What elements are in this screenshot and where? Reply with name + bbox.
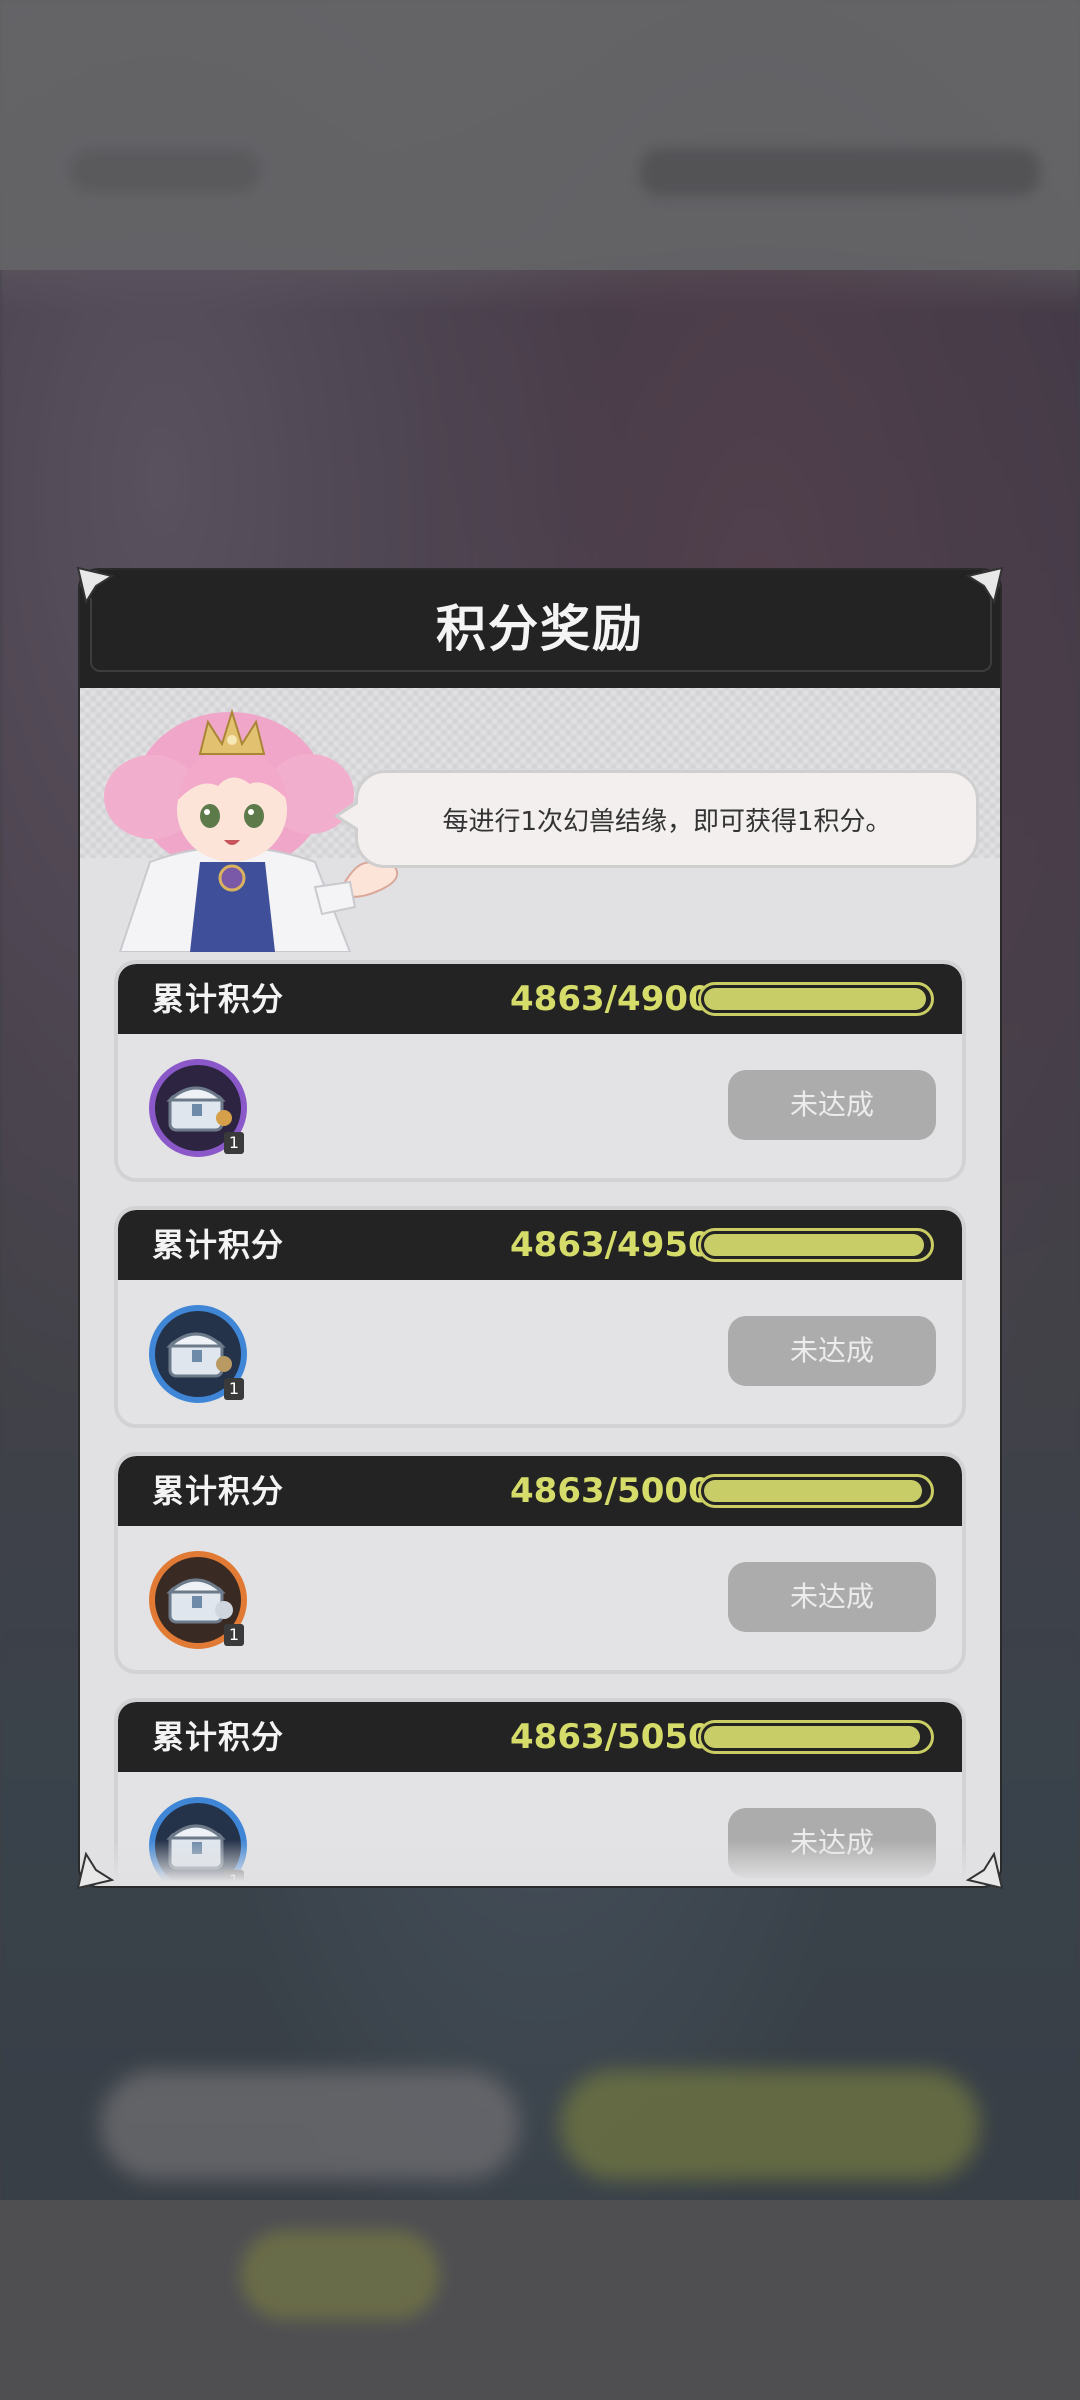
progress-fill: [704, 1726, 920, 1748]
points-tip-text: 每进行1次幻兽结缘，即可获得1积分。: [442, 806, 892, 837]
progress-fill: [704, 988, 927, 1010]
not-achieved-button[interactable]: 未达成: [728, 1562, 936, 1632]
ornament-corner-icon: [966, 566, 1004, 604]
points-progress-bar: [698, 982, 934, 1016]
reward-card: 累计积分 4863/5000 1 未达成: [114, 1452, 966, 1674]
reward-card-header: 累计积分 4863/4900: [118, 964, 962, 1034]
reward-list[interactable]: 累计积分 4863/4900 1 未达成 累计积分 4863/4950 1 未达…: [114, 960, 970, 1886]
cumulative-points-label: 累计积分: [152, 1226, 285, 1264]
cumulative-points-label: 累计积分: [152, 1472, 285, 1510]
reward-card-header: 累计积分 4863/5000: [118, 1456, 962, 1526]
reward-quantity: 1: [224, 1624, 244, 1646]
dialog-header: 积分奖励: [80, 570, 1000, 688]
not-achieved-button[interactable]: 未达成: [728, 1316, 936, 1386]
points-progress-text: 4863/5050: [510, 1717, 712, 1757]
reward-card: 累计积分 4863/4950 1 未达成: [114, 1206, 966, 1428]
points-progress-bar: [698, 1720, 934, 1754]
reward-card-header: 累计积分 4863/5050: [118, 1702, 962, 1772]
points-reward-dialog: 积分奖励 每进行1次幻兽结缘，即可获得1积分。 累计积分 4863/4900 1…: [80, 570, 1000, 1886]
ornament-corner-icon: [76, 566, 114, 604]
reward-card-header: 累计积分 4863/4950: [118, 1210, 962, 1280]
reward-quantity: 1: [224, 1378, 244, 1400]
progress-fill: [704, 1480, 922, 1502]
points-progress-text: 4863/5000: [510, 1471, 712, 1511]
ornament-corner-icon: [966, 1852, 1004, 1890]
dialog-title: 积分奖励: [436, 600, 644, 658]
points-progress-bar: [698, 1228, 934, 1262]
not-achieved-button[interactable]: 未达成: [728, 1070, 936, 1140]
reward-card: 累计积分 4863/4900 1 未达成: [114, 960, 966, 1182]
cumulative-points-label: 累计积分: [152, 980, 285, 1018]
speech-bubble-tail-fill: [339, 802, 361, 830]
cumulative-points-label: 累计积分: [152, 1718, 285, 1756]
progress-fill: [704, 1234, 924, 1256]
reward-quantity: 1: [224, 1132, 244, 1154]
points-progress-text: 4863/4900: [510, 979, 712, 1019]
speech-bubble: 每进行1次幻兽结缘，即可获得1积分。: [355, 770, 979, 868]
ornament-corner-icon: [76, 1852, 114, 1890]
list-bottom-fade: [80, 1840, 1000, 1886]
points-progress-text: 4863/4950: [510, 1225, 712, 1265]
points-progress-bar: [698, 1474, 934, 1508]
